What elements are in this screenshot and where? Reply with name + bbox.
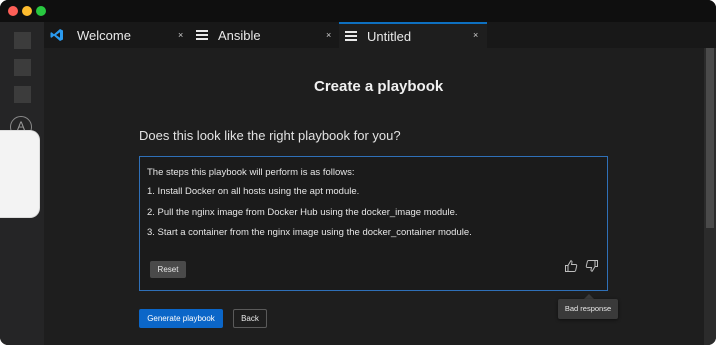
confirmation-question: Does this look like the right playbook f… xyxy=(139,128,401,143)
close-window-button[interactable] xyxy=(8,6,18,16)
menu-icon xyxy=(196,30,208,40)
tab-untitled-label: Untitled xyxy=(367,28,412,44)
tab-ansible-close-button[interactable]: × xyxy=(326,30,331,40)
reset-button[interactable]: Reset xyxy=(150,261,186,278)
scrollbar-thumb[interactable] xyxy=(706,48,714,228)
activity-item-1[interactable] xyxy=(14,32,31,49)
step-item: 3. Start a container from the nginx imag… xyxy=(147,227,472,238)
vscode-logo-icon xyxy=(50,29,63,41)
page-title: Create a playbook xyxy=(314,78,444,95)
thumbs-down-icon[interactable] xyxy=(585,259,599,273)
maximize-window-button[interactable] xyxy=(36,6,46,16)
activity-item-2[interactable] xyxy=(14,59,31,76)
back-button[interactable]: Back xyxy=(233,309,267,328)
bad-response-tooltip: Bad response xyxy=(558,299,618,319)
menu-icon xyxy=(345,31,357,41)
activity-item-3[interactable] xyxy=(14,86,31,103)
steps-intro: The steps this playbook will perform is … xyxy=(147,167,355,178)
side-overlay-card xyxy=(0,130,40,218)
tab-welcome-close-button[interactable]: × xyxy=(178,30,183,40)
step-item: 1. Install Docker on all hosts using the… xyxy=(147,186,360,197)
title-bar xyxy=(0,0,716,22)
tab-untitled-close-button[interactable]: × xyxy=(473,30,478,40)
tab-strip: Welcome × Ansible × Untitled × xyxy=(44,22,716,48)
playbook-steps-box: The steps this playbook will perform is … xyxy=(139,156,608,291)
thumbs-up-icon[interactable] xyxy=(564,259,578,273)
tab-ansible-label: Ansible xyxy=(218,27,261,43)
tab-welcome[interactable]: Welcome × xyxy=(44,22,191,48)
step-item: 2. Pull the nginx image from Docker Hub … xyxy=(147,207,458,218)
minimize-window-button[interactable] xyxy=(22,6,32,16)
tab-untitled[interactable]: Untitled × xyxy=(339,22,487,48)
tab-ansible[interactable]: Ansible × xyxy=(196,22,339,48)
generate-playbook-button[interactable]: Generate playbook xyxy=(139,309,223,328)
app-window: A Welcome × Ansible × Untitled × Create … xyxy=(0,0,716,345)
tab-welcome-label: Welcome xyxy=(77,27,131,43)
